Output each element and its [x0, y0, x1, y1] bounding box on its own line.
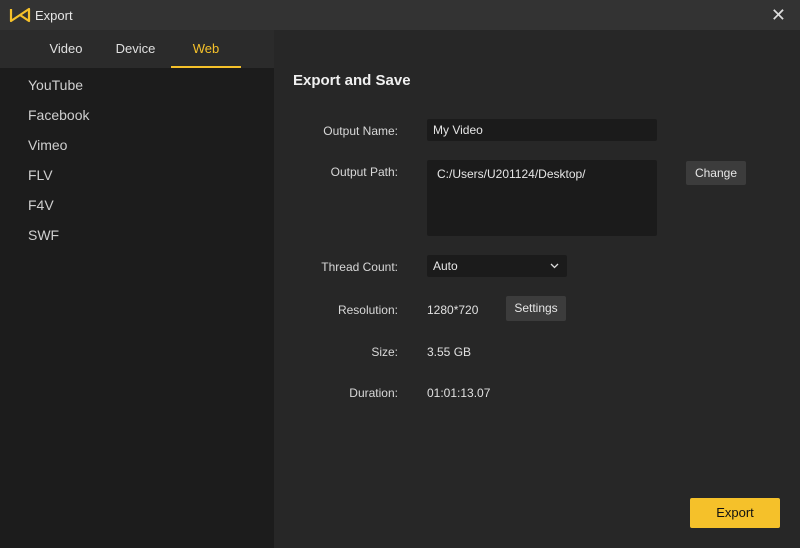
close-icon[interactable]: ✕: [771, 5, 786, 26]
output-path-label: Output Path:: [268, 165, 398, 179]
format-f4v[interactable]: F4V: [28, 197, 54, 213]
thread-count-select[interactable]: Auto: [427, 255, 567, 277]
output-name-label: Output Name:: [268, 124, 398, 138]
tab-bar: Video Device Web: [0, 30, 274, 68]
resolution-settings-button[interactable]: Settings: [506, 296, 566, 321]
chevron-down-icon: [550, 263, 559, 269]
title-bar: Export ✕: [0, 0, 800, 30]
format-flv[interactable]: FLV: [28, 167, 53, 183]
change-path-button[interactable]: Change: [686, 161, 746, 185]
tab-web[interactable]: Web: [171, 30, 241, 68]
resolution-value: 1280*720: [427, 303, 478, 317]
format-vimeo[interactable]: Vimeo: [28, 137, 67, 153]
tab-video[interactable]: Video: [32, 30, 100, 68]
size-value: 3.55 GB: [427, 345, 471, 359]
tab-device[interactable]: Device: [100, 30, 171, 68]
duration-label: Duration:: [268, 386, 398, 400]
format-facebook[interactable]: Facebook: [28, 107, 89, 123]
thread-count-value: Auto: [433, 259, 458, 273]
app-logo-icon: [9, 7, 31, 23]
format-swf[interactable]: SWF: [28, 227, 59, 243]
format-youtube[interactable]: YouTube: [28, 77, 83, 93]
output-name-input[interactable]: My Video: [427, 119, 657, 141]
resolution-label: Resolution:: [268, 303, 398, 317]
thread-count-label: Thread Count:: [268, 260, 398, 274]
export-button[interactable]: Export: [690, 498, 780, 528]
size-label: Size:: [268, 345, 398, 359]
export-panel: [274, 30, 800, 548]
output-path-input[interactable]: C:/Users/U201124/Desktop/: [427, 160, 657, 236]
duration-value: 01:01:13.07: [427, 386, 490, 400]
page-title: Export and Save: [293, 72, 411, 89]
window-title: Export: [35, 8, 73, 23]
